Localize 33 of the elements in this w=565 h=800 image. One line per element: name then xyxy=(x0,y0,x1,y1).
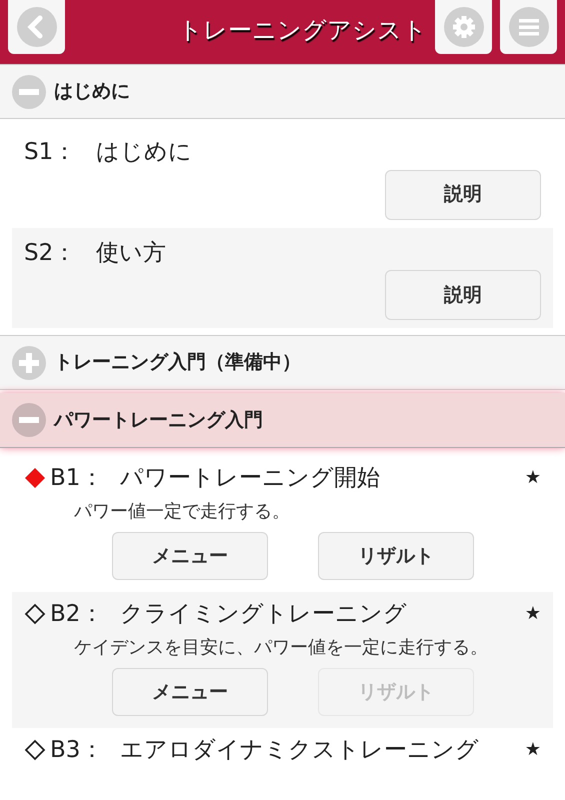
section-header[interactable]: トレーニング入門（準備中） xyxy=(0,335,565,390)
settings-button[interactable] xyxy=(435,0,492,54)
item-code: S1： xyxy=(24,138,76,167)
action-button[interactable]: メニュー xyxy=(112,668,268,716)
section-title: はじめに xyxy=(54,79,130,104)
action-button[interactable]: リザルト xyxy=(318,532,474,580)
item-code: B2： xyxy=(50,600,104,628)
item-title: パワートレーニング開始 xyxy=(120,464,381,492)
section-header[interactable]: パワートレーニング入門 xyxy=(0,393,565,448)
item-title: エアロダイナミクストレーニング xyxy=(120,736,480,764)
item-code: S2： xyxy=(24,238,76,268)
item-title: 使い方 xyxy=(96,238,166,268)
section-title: パワートレーニング入門 xyxy=(54,408,263,433)
star-mark: ★ xyxy=(524,738,541,762)
item-title: クライミングトレーニング xyxy=(120,600,408,628)
item-description: ケイデンスを目安に、パワー値を一定に走行する。 xyxy=(73,636,489,660)
collapse-icon[interactable] xyxy=(12,74,46,108)
item-code: B1： xyxy=(50,464,104,492)
explain-button[interactable]: 説明 xyxy=(385,270,541,320)
star-mark: ★ xyxy=(524,602,541,626)
menu-button[interactable] xyxy=(500,0,557,54)
section-title: トレーニング入門（準備中） xyxy=(54,350,301,376)
collapse-icon[interactable] xyxy=(12,403,46,437)
action-button[interactable]: メニュー xyxy=(112,532,268,580)
item-description: パワー値一定で走行する。 xyxy=(73,500,291,524)
header-title: トレーニングアシスト xyxy=(178,15,427,46)
item-title: はじめに xyxy=(96,138,192,167)
star-mark: ★ xyxy=(524,466,541,490)
back-button[interactable] xyxy=(8,0,65,54)
expand-icon[interactable] xyxy=(12,346,46,380)
section-header[interactable]: はじめに xyxy=(0,64,565,119)
explain-button[interactable]: 説明 xyxy=(385,170,541,220)
item-code: B3： xyxy=(50,736,104,764)
